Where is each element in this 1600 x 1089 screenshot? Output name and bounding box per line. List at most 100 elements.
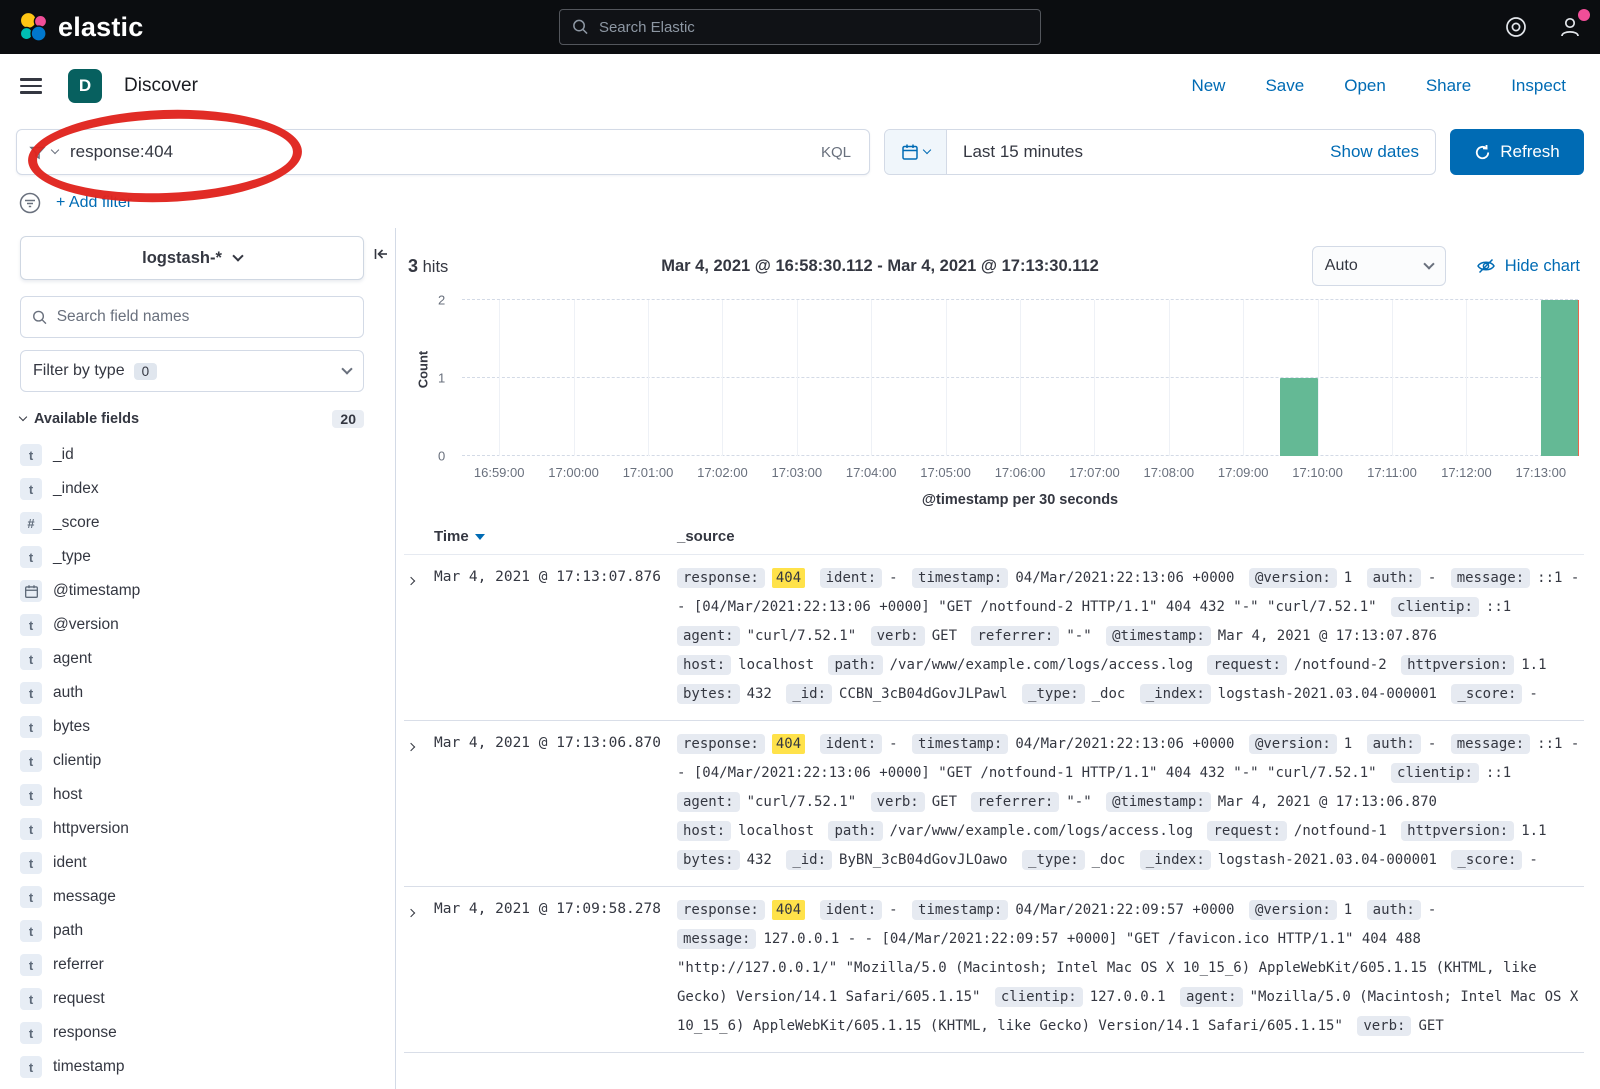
field-item-referrer[interactable]: treferrer <box>20 948 364 982</box>
source-field-value: GET <box>932 794 957 810</box>
source-field-value: - <box>889 736 897 752</box>
field-list: t_idt_index#_scoret_type@timestampt@vers… <box>20 438 364 1084</box>
calendar-menu-button[interactable] <box>885 130 947 174</box>
nav-action-new[interactable]: New <box>1191 76 1225 96</box>
string-field-icon: t <box>20 988 42 1010</box>
row-source: response:404 ident:- timestamp:04/Mar/20… <box>677 564 1584 709</box>
field-item-message[interactable]: tmessage <box>20 880 364 914</box>
field-name: response <box>53 1024 117 1042</box>
search-icon <box>572 18 589 36</box>
collapse-sidebar-icon[interactable] <box>373 246 389 267</box>
field-item-_id[interactable]: t_id <box>20 438 364 472</box>
field-item-clientip[interactable]: tclientip <box>20 744 364 778</box>
source-field-name: @version: <box>1249 734 1337 754</box>
nav-action-save[interactable]: Save <box>1265 76 1304 96</box>
query-language-button[interactable]: KQL <box>815 144 857 161</box>
global-search-input[interactable] <box>599 19 1028 36</box>
field-item-request[interactable]: trequest <box>20 982 364 1016</box>
nav-action-inspect[interactable]: Inspect <box>1511 76 1566 96</box>
field-name: bytes <box>53 718 90 736</box>
hide-chart-button[interactable]: Hide chart <box>1476 256 1580 276</box>
filter-by-type-button[interactable]: Filter by type 0 <box>20 350 364 392</box>
field-item-_index[interactable]: t_index <box>20 472 364 506</box>
expand-row-icon[interactable] <box>404 730 434 875</box>
field-item-bytes[interactable]: tbytes <box>20 710 364 744</box>
field-item-ident[interactable]: tident <box>20 846 364 880</box>
discover-app-badge[interactable]: D <box>68 69 102 103</box>
available-fields-toggle[interactable]: Available fields 20 <box>20 410 364 428</box>
field-item-_type[interactable]: t_type <box>20 540 364 574</box>
row-time: Mar 4, 2021 @ 17:13:06.870 <box>434 730 677 875</box>
saved-queries-button[interactable] <box>29 144 70 161</box>
gridline <box>797 300 798 456</box>
source-field-value: - <box>1428 902 1436 918</box>
field-item-auth[interactable]: tauth <box>20 676 364 710</box>
field-item-@timestamp[interactable]: @timestamp <box>20 574 364 608</box>
string-field-icon: t <box>20 784 42 806</box>
row-time: Mar 4, 2021 @ 17:13:07.876 <box>434 564 677 709</box>
field-search-box[interactable] <box>20 296 364 338</box>
y-axis-tick: 0 <box>438 449 445 464</box>
fields-sidebar: logstash-* Filter by type 0 Available fi… <box>0 228 396 1089</box>
gridline <box>499 300 500 456</box>
index-pattern-select[interactable]: logstash-* <box>20 236 364 280</box>
gridline <box>1020 300 1021 456</box>
histogram-bar[interactable] <box>1541 300 1578 456</box>
string-field-icon: t <box>20 682 42 704</box>
source-field-value: "-" <box>1066 628 1091 644</box>
expand-row-icon[interactable] <box>404 896 434 1041</box>
gridline <box>722 300 723 456</box>
field-item-_score[interactable]: #_score <box>20 506 364 540</box>
time-column-sort[interactable]: Time <box>434 528 677 545</box>
type-filter-count-badge: 0 <box>134 363 158 380</box>
x-axis-tick: 17:11:00 <box>1367 465 1417 480</box>
cloud-icon[interactable] <box>1504 15 1528 39</box>
refresh-button[interactable]: Refresh <box>1450 129 1584 175</box>
field-item-path[interactable]: tpath <box>20 914 364 948</box>
nav-action-share[interactable]: Share <box>1426 76 1471 96</box>
source-field-name: timestamp: <box>912 568 1008 588</box>
add-filter-button[interactable]: + Add filter <box>56 194 132 212</box>
x-axis-tick: 17:02:00 <box>697 465 748 480</box>
y-axis-tick: 2 <box>438 293 445 308</box>
hits-count: 3 hits <box>408 256 448 277</box>
source-field-value: ::1 <box>1486 599 1511 615</box>
documents-table: Time _source Mar 4, 2021 @ 17:13:07.876r… <box>404 524 1584 1089</box>
histogram-bar[interactable] <box>1280 378 1317 456</box>
highlighted-value: 404 <box>772 900 805 920</box>
x-axis-tick: 17:08:00 <box>1143 465 1194 480</box>
show-dates-button[interactable]: Show dates <box>1330 142 1435 162</box>
global-search[interactable] <box>559 9 1041 45</box>
menu-icon[interactable] <box>20 78 42 94</box>
source-field-name: response: <box>677 568 765 588</box>
query-input[interactable] <box>70 142 815 162</box>
interval-select[interactable]: Auto <box>1312 246 1446 286</box>
field-name: message <box>53 888 116 906</box>
source-field-name: @version: <box>1249 568 1337 588</box>
time-range-button[interactable]: Last 15 minutes <box>947 142 1099 162</box>
expand-row-icon[interactable] <box>404 564 434 709</box>
user-menu[interactable] <box>1558 15 1582 39</box>
string-field-icon: t <box>20 648 42 670</box>
field-search-input[interactable] <box>57 308 352 326</box>
field-item-agent[interactable]: tagent <box>20 642 364 676</box>
x-axis-tick: 16:59:00 <box>474 465 525 480</box>
filter-set-icon[interactable] <box>18 191 42 215</box>
field-name: @version <box>53 616 119 634</box>
elastic-logo[interactable]: elastic <box>18 12 143 43</box>
source-field-value: /var/www/example.com/logs/access.log <box>890 823 1193 839</box>
source-field-value: 432 <box>747 852 772 868</box>
source-field-name: ident: <box>820 568 883 588</box>
global-header: elastic <box>0 0 1600 54</box>
field-item-httpversion[interactable]: thttpversion <box>20 812 364 846</box>
x-axis-tick: 17:13:00 <box>1515 465 1566 480</box>
query-input-box[interactable]: KQL <box>16 129 870 175</box>
field-item-timestamp[interactable]: ttimestamp <box>20 1050 364 1084</box>
doc-table-row: Mar 4, 2021 @ 17:13:07.876response:404 i… <box>404 555 1584 721</box>
source-field-value: 1 <box>1344 902 1352 918</box>
nav-action-open[interactable]: Open <box>1344 76 1386 96</box>
field-item-host[interactable]: thost <box>20 778 364 812</box>
field-item-@version[interactable]: t@version <box>20 608 364 642</box>
source-field-name: _id: <box>786 850 832 870</box>
field-item-response[interactable]: tresponse <box>20 1016 364 1050</box>
